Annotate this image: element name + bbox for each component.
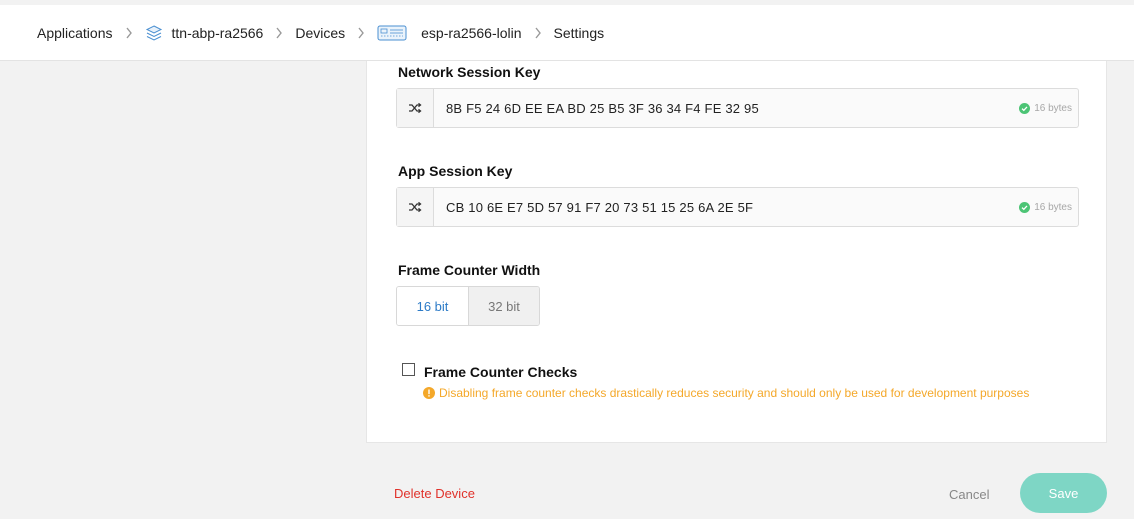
- delete-device-link[interactable]: Delete Device: [394, 486, 475, 501]
- chevron-right-icon: [275, 27, 283, 39]
- chevron-right-icon: [357, 27, 365, 39]
- breadcrumb-application-label: ttn-abp-ra2566: [171, 24, 264, 41]
- breadcrumb: Applications ttn-abp-ra2566 Devices esp-…: [0, 5, 1134, 61]
- save-button[interactable]: Save: [1020, 473, 1107, 513]
- byte-count: 16 bytes: [1019, 102, 1072, 114]
- breadcrumb-applications-label: Applications: [37, 24, 113, 41]
- chevron-right-icon: [125, 27, 133, 39]
- frame-counter-width-label: Frame Counter Width: [398, 262, 541, 278]
- breadcrumb-applications[interactable]: Applications: [37, 25, 113, 41]
- byte-count: 16 bytes: [1019, 201, 1072, 213]
- shuffle-icon[interactable]: [397, 188, 434, 226]
- frame-counter-checks-label: Frame Counter Checks: [424, 364, 578, 380]
- option-16-bit[interactable]: 16 bit: [397, 287, 468, 325]
- network-session-key-field[interactable]: 8B F5 24 6D EE EA BD 25 B5 3F 36 34 F4 F…: [396, 88, 1079, 128]
- frame-counter-checks-checkbox[interactable]: [402, 363, 415, 376]
- breadcrumb-device-label: esp-ra2566-lolin: [421, 24, 522, 41]
- byte-count-label: 16 bytes: [1034, 201, 1072, 213]
- shuffle-icon[interactable]: [397, 89, 434, 127]
- breadcrumb-settings: Settings: [554, 25, 605, 41]
- breadcrumb-device[interactable]: esp-ra2566-lolin: [377, 23, 522, 43]
- byte-count-label: 16 bytes: [1034, 102, 1072, 114]
- settings-card: Network Session Key 8B F5 24 6D EE EA BD…: [366, 61, 1107, 443]
- layers-icon: [145, 24, 163, 42]
- option-32-bit[interactable]: 32 bit: [468, 287, 539, 325]
- breadcrumb-settings-label: Settings: [553, 24, 605, 41]
- breadcrumb-application[interactable]: ttn-abp-ra2566: [145, 24, 264, 42]
- check-circle-icon: [1019, 201, 1031, 213]
- network-session-key-label: Network Session Key: [398, 64, 541, 80]
- warning-text: Disabling frame counter checks drastical…: [439, 386, 1030, 400]
- frame-counter-warning: Disabling frame counter checks drastical…: [423, 386, 1029, 400]
- app-session-key-label: App Session Key: [398, 163, 513, 179]
- cancel-button[interactable]: Cancel: [949, 487, 989, 502]
- frame-counter-width-toggle: 16 bit 32 bit: [396, 286, 540, 326]
- chevron-right-icon: [534, 27, 542, 39]
- app-session-key-field[interactable]: CB 10 6E E7 5D 57 91 F7 20 73 51 15 25 6…: [396, 187, 1079, 227]
- device-board-icon: [377, 23, 407, 43]
- app-session-key-value[interactable]: CB 10 6E E7 5D 57 91 F7 20 73 51 15 25 6…: [434, 200, 1019, 215]
- warning-circle-icon: [423, 387, 435, 399]
- breadcrumb-devices-label: Devices: [295, 24, 346, 41]
- breadcrumb-devices[interactable]: Devices: [295, 25, 345, 41]
- network-session-key-value[interactable]: 8B F5 24 6D EE EA BD 25 B5 3F 36 34 F4 F…: [434, 101, 1019, 116]
- check-circle-icon: [1019, 102, 1031, 114]
